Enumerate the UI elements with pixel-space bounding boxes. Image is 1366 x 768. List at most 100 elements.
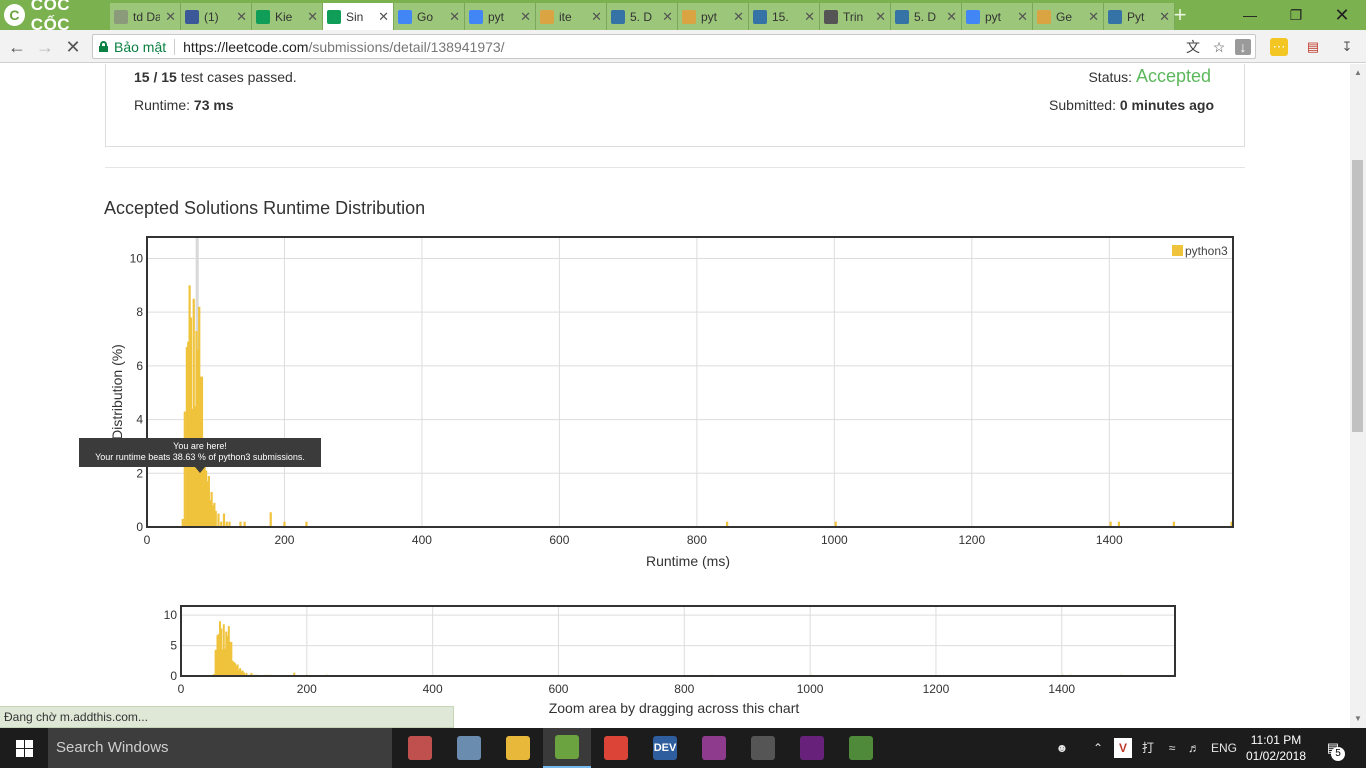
- browser-tab[interactable]: Sin ✕: [323, 3, 394, 30]
- browser-tab[interactable]: Kie ✕: [252, 3, 323, 30]
- facebook-icon: [185, 9, 199, 24]
- coccoc-menu-button[interactable]: C CỐC CỐC: [0, 0, 110, 34]
- x-tick-label: 400: [423, 682, 443, 696]
- y-tick-label: 2: [136, 466, 143, 480]
- taskbar-app[interactable]: [739, 728, 787, 768]
- translate-icon[interactable]: 文: [1185, 39, 1201, 55]
- taskbar-app[interactable]: [837, 728, 885, 768]
- wifi-icon[interactable]: ≈: [1162, 738, 1182, 758]
- url-text[interactable]: https://leetcode.com/submissions/detail/…: [183, 39, 504, 55]
- x-tick-label: 1200: [923, 682, 950, 696]
- browser-tab[interactable]: Pyt ✕: [1104, 3, 1175, 30]
- taskbar-app[interactable]: [494, 728, 542, 768]
- taskbar-app[interactable]: [396, 728, 444, 768]
- status-accepted: Accepted: [1135, 66, 1211, 86]
- tab-close-icon[interactable]: ✕: [875, 9, 886, 25]
- taskbar-search[interactable]: Search Windows: [48, 728, 392, 768]
- tooltip-line-2: Your runtime beats 38.63 % of python3 su…: [95, 452, 305, 462]
- browser-tab[interactable]: pyt ✕: [962, 3, 1033, 30]
- tab-title: Kie: [275, 9, 293, 24]
- tab-close-icon[interactable]: ✕: [165, 9, 176, 25]
- browser-tab[interactable]: 5. D ✕: [891, 3, 962, 30]
- browser-tab[interactable]: 15. ✕: [749, 3, 820, 30]
- submitted-summary: Submitted: 0 minutes ago: [1049, 97, 1214, 113]
- new-tab-button[interactable]: +: [1170, 4, 1190, 26]
- x-tick-label: 1000: [797, 682, 824, 696]
- zoom-navigator-chart[interactable]: 0 200 400 600 800 1000 1200 1400 0 5 10 Zoom area b…: [150, 600, 1190, 720]
- y-tick-label: 5: [170, 639, 177, 653]
- tab-close-icon[interactable]: ✕: [378, 9, 389, 25]
- tray-chevron-icon[interactable]: ⌃: [1090, 738, 1106, 758]
- language-indicator[interactable]: ENG: [1208, 738, 1240, 758]
- page-scrollbar[interactable]: ▲ ▼: [1350, 64, 1366, 728]
- runtime-distribution-chart[interactable]: 0 200 400 600 800 1000 1200 1400 0 2 4 6 8 10 Runtime …: [70, 229, 1250, 579]
- histogram-bar: [181, 518, 184, 527]
- tab-close-icon[interactable]: ✕: [733, 9, 744, 25]
- tab-title: pyt: [701, 9, 718, 24]
- browser-tab[interactable]: Go ✕: [394, 3, 465, 30]
- scroll-down-arrow-icon[interactable]: ▼: [1354, 714, 1362, 723]
- taskbar-app[interactable]: [592, 728, 640, 768]
- python-doc-icon: [1108, 9, 1122, 24]
- taskbar-app[interactable]: [788, 728, 836, 768]
- browser-tab[interactable]: pyt ✕: [465, 3, 536, 30]
- bookmark-star-icon[interactable]: ☆: [1211, 39, 1227, 55]
- browser-tab[interactable]: Ge ✕: [1033, 3, 1104, 30]
- tab-close-icon[interactable]: ✕: [804, 9, 815, 25]
- reader-icon[interactable]: ▤: [1304, 38, 1322, 56]
- forward-icon[interactable]: →: [34, 36, 56, 58]
- tab-close-icon[interactable]: ✕: [1088, 9, 1099, 25]
- address-bar[interactable]: Bảo mật https://leetcode.com/submissions…: [92, 34, 1256, 59]
- browser-tab[interactable]: pyt ✕: [678, 3, 749, 30]
- browser-tab[interactable]: Trin ✕: [820, 3, 891, 30]
- tab-close-icon[interactable]: ✕: [1159, 9, 1170, 25]
- x-tick-label: 600: [549, 533, 569, 547]
- tab-close-icon[interactable]: ✕: [307, 9, 318, 25]
- taskbar-app[interactable]: [690, 728, 738, 768]
- taskbar-app[interactable]: [543, 728, 591, 768]
- people-icon[interactable]: ☻: [1052, 738, 1072, 758]
- ime-icon[interactable]: V: [1114, 738, 1132, 758]
- back-icon[interactable]: ←: [6, 36, 28, 58]
- tab-title: Go: [417, 9, 434, 24]
- input-method-icon[interactable]: 打: [1138, 738, 1158, 758]
- close-window-icon[interactable]: ✕: [1319, 0, 1365, 30]
- tab-title: ite: [559, 9, 572, 24]
- taskbar-app[interactable]: DEV: [641, 728, 689, 768]
- taskbar-clock[interactable]: 11:01 PM 01/02/2018: [1244, 732, 1308, 764]
- tab-title: Sin: [346, 9, 364, 24]
- restore-icon[interactable]: ❐: [1273, 0, 1319, 30]
- stop-loading-icon[interactable]: ✕: [62, 36, 84, 58]
- minimize-icon[interactable]: —: [1227, 0, 1273, 30]
- google-translate-icon: [398, 9, 412, 24]
- legend-swatch-python3: [1172, 245, 1183, 256]
- scroll-thumb[interactable]: [1352, 160, 1363, 432]
- tab-close-icon[interactable]: ✕: [520, 9, 531, 25]
- paint-icon: [408, 736, 432, 760]
- tab-close-icon[interactable]: ✕: [662, 9, 673, 25]
- url-host: https://leetcode.com: [183, 38, 309, 55]
- tab-close-icon[interactable]: ✕: [591, 9, 602, 25]
- tab-close-icon[interactable]: ✕: [449, 9, 460, 25]
- tab-close-icon[interactable]: ✕: [946, 9, 957, 25]
- browser-tab[interactable]: (1) ✕: [181, 3, 252, 30]
- google-icon: [966, 9, 980, 24]
- taskbar-app[interactable]: [445, 728, 493, 768]
- tab-close-icon[interactable]: ✕: [236, 9, 247, 25]
- coccoc-logo-icon: C: [4, 4, 25, 26]
- tab-title: 5. D: [914, 9, 937, 24]
- python-icon: [753, 9, 767, 24]
- x-tick-label: 800: [674, 682, 694, 696]
- tab-title: pyt: [488, 9, 505, 24]
- browser-tab[interactable]: 5. D ✕: [607, 3, 678, 30]
- download-icon[interactable]: ↧: [1338, 38, 1356, 56]
- volume-icon[interactable]: ♬: [1184, 738, 1204, 758]
- browser-tab[interactable]: ite ✕: [536, 3, 607, 30]
- start-button[interactable]: [0, 728, 48, 768]
- clock-time: 11:01 PM: [1250, 733, 1302, 747]
- browser-tab[interactable]: td Dat ✕: [110, 3, 181, 30]
- scroll-up-arrow-icon[interactable]: ▲: [1354, 68, 1362, 77]
- savior-download-icon[interactable]: ↓: [1235, 39, 1251, 55]
- tab-close-icon[interactable]: ✕: [1017, 9, 1028, 25]
- extension-icon[interactable]: ⋯: [1270, 38, 1288, 56]
